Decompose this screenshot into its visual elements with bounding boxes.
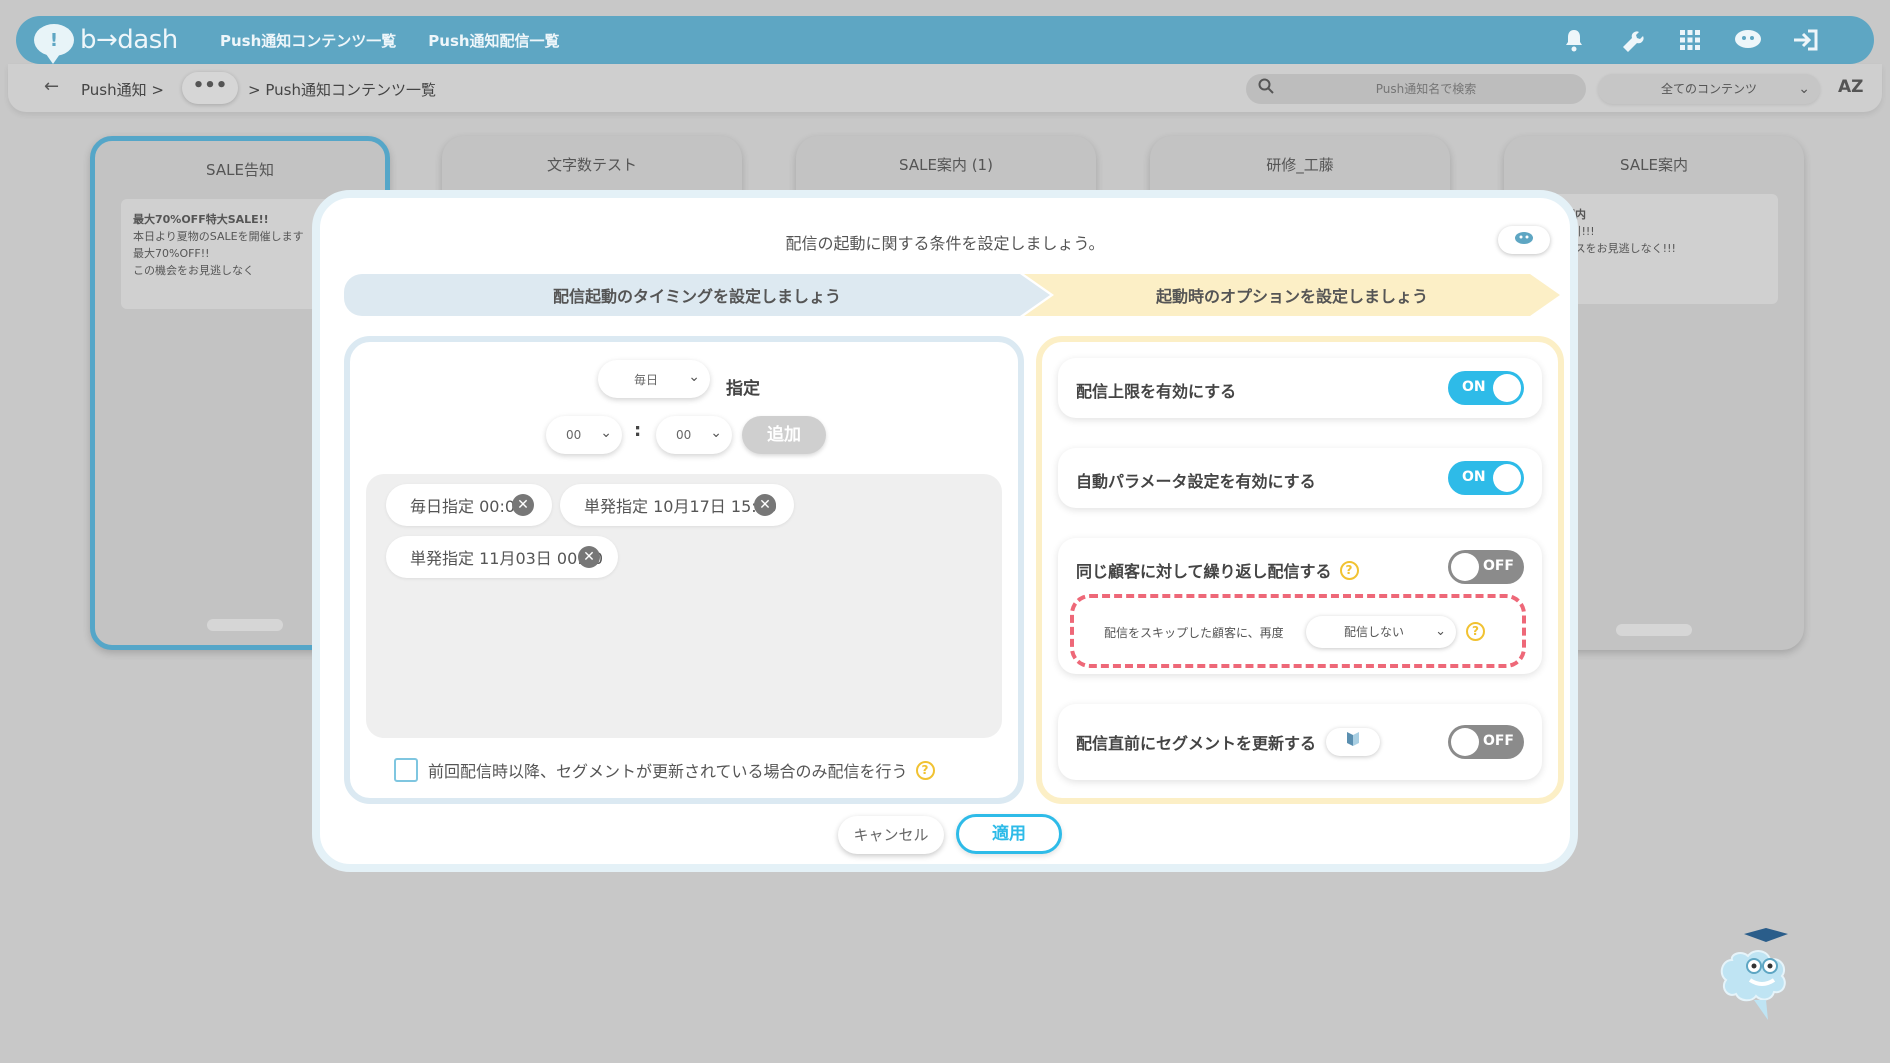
- repeat-delivery-label: 同じ顧客に対して繰り返し配信する: [1076, 562, 1332, 581]
- help-question-icon[interactable]: ?: [915, 760, 935, 780]
- toggle-state: ON: [1462, 469, 1486, 485]
- wrench-icon[interactable]: [1616, 24, 1648, 56]
- chevron-down-icon: ⌄: [1435, 624, 1446, 639]
- resend-select[interactable]: 配信しない ⌄: [1306, 616, 1456, 648]
- top-nav: Push通知コンテンツ一覧 Push通知配信一覧: [220, 30, 592, 51]
- option-label: 同じ顧客に対して繰り返し配信する ?: [1076, 558, 1359, 582]
- logo-icon: !: [34, 24, 74, 64]
- card-title: SALE案内: [1620, 156, 1688, 174]
- remove-tag-icon[interactable]: ✕: [512, 494, 534, 516]
- resend-label: 配信をスキップした顧客に、再度: [1104, 626, 1284, 640]
- repeat-delivery-toggle[interactable]: OFF: [1448, 550, 1524, 584]
- timing-panel: 毎日 ⌄ 指定 00 ⌄ : 00 ⌄ 追加 毎日指定 00:00 ✕ 単発指定…: [344, 336, 1024, 804]
- top-navigation-bar: ! b→dash Push通知コンテンツ一覧 Push通知配信一覧: [16, 16, 1874, 64]
- mascot-help-icon: [1514, 231, 1534, 249]
- breadcrumb-root[interactable]: Push通知 >: [81, 79, 164, 100]
- help-question-icon[interactable]: ?: [1339, 560, 1359, 580]
- option-auto-param: 自動パラメータ設定を有効にする ON: [1058, 448, 1542, 508]
- delivery-limit-toggle[interactable]: ON: [1448, 371, 1524, 405]
- logo[interactable]: ! b→dash: [34, 24, 194, 64]
- segment-refresh-label: 配信直前にセグメントを更新する: [1076, 734, 1317, 753]
- toggle-knob: [1493, 464, 1521, 492]
- mascot-help-button[interactable]: [1498, 226, 1550, 254]
- sort-az-icon[interactable]: AZ: [1838, 77, 1863, 97]
- card-title: 研修_工藤: [1266, 156, 1334, 174]
- frequency-select[interactable]: 毎日 ⌄: [598, 360, 710, 398]
- delivery-condition-modal: 配信の起動に関する条件を設定しましょう。 配信起動のタイミングを設定しましょう …: [312, 190, 1578, 872]
- remove-tag-icon[interactable]: ✕: [578, 546, 600, 568]
- toggle-knob: [1451, 553, 1479, 581]
- schedule-tag-label: 毎日指定 00:00: [410, 497, 526, 516]
- beginner-mark-icon[interactable]: [1326, 728, 1381, 756]
- card-handle: [1616, 624, 1692, 636]
- toggle-state: OFF: [1482, 733, 1514, 749]
- cancel-button[interactable]: キャンセル: [838, 816, 944, 854]
- shitei-label: 指定: [726, 379, 760, 399]
- toggle-knob: [1451, 728, 1479, 756]
- schedule-tag-label: 単発指定 10月17日 15:00: [584, 497, 778, 516]
- add-button[interactable]: 追加: [742, 416, 826, 454]
- segment-refresh-toggle[interactable]: OFF: [1448, 725, 1524, 759]
- step-options[interactable]: 起動時のオプションを設定しましょう: [1024, 274, 1560, 316]
- resend-setting-highlight: 配信をスキップした顧客に、再度 配信しない ⌄ ?: [1070, 594, 1526, 668]
- option-label: 配信直前にセグメントを更新する: [1076, 728, 1381, 756]
- mascot-icon[interactable]: [1712, 920, 1812, 1020]
- search-input[interactable]: [1286, 79, 1566, 99]
- minute-value: 00: [676, 428, 692, 442]
- search-box: [1246, 74, 1586, 104]
- option-repeat-delivery: 同じ顧客に対して繰り返し配信する ? OFF 配信をスキップした顧客に、再度 配…: [1058, 538, 1542, 674]
- hour-select[interactable]: 00 ⌄: [546, 416, 622, 454]
- toggle-knob: [1493, 374, 1521, 402]
- chevron-down-icon: ⌄: [1798, 81, 1810, 97]
- apply-button[interactable]: 適用: [956, 814, 1062, 854]
- card-title: SALE告知: [206, 161, 274, 179]
- options-panel: 配信上限を有効にする ON 自動パラメータ設定を有効にする ON 同じ顧客に対し…: [1036, 336, 1564, 804]
- logo-text: b→dash: [80, 25, 178, 55]
- search-icon: [1258, 78, 1274, 99]
- chevron-down-icon: ⌄: [688, 369, 700, 385]
- schedule-tag-list: 毎日指定 00:00 ✕ 単発指定 10月17日 15:00 ✕ 単発指定 11…: [366, 474, 1002, 738]
- step-timing[interactable]: 配信起動のタイミングを設定しましょう: [344, 274, 1050, 316]
- option-label: 配信上限を有効にする: [1076, 382, 1237, 401]
- content-filter-value: 全てのコンテンツ: [1660, 82, 1757, 96]
- option-segment-refresh: 配信直前にセグメントを更新する OFF: [1058, 704, 1542, 780]
- option-label: 自動パラメータ設定を有効にする: [1076, 472, 1316, 491]
- grid-icon[interactable]: [1674, 24, 1706, 56]
- schedule-tag: 単発指定 10月17日 15:00 ✕: [560, 484, 794, 526]
- card-title: 文字数テスト: [546, 156, 637, 174]
- toggle-state: ON: [1462, 379, 1486, 395]
- logout-icon[interactable]: [1790, 24, 1822, 56]
- nav-push-contents[interactable]: Push通知コンテンツ一覧: [220, 30, 396, 51]
- modal-header: 配信の起動に関する条件を設定しましょう。: [785, 234, 1105, 253]
- breadcrumb-bar: ← Push通知 > ••• > Push通知コンテンツ一覧 全てのコンテンツ …: [8, 64, 1882, 112]
- nav-push-deliveries[interactable]: Push通知配信一覧: [428, 30, 559, 51]
- card-handle: [207, 619, 283, 631]
- help-question-icon[interactable]: ?: [1466, 622, 1485, 641]
- toggle-state: OFF: [1482, 558, 1514, 574]
- time-colon: :: [634, 420, 642, 441]
- minute-select[interactable]: 00 ⌄: [656, 416, 732, 454]
- schedule-tag: 単発指定 11月03日 00:00 ✕: [386, 536, 618, 578]
- hour-value: 00: [566, 428, 582, 442]
- segment-updated-checkbox[interactable]: [394, 758, 418, 782]
- resend-select-value: 配信しない: [1344, 625, 1405, 639]
- auto-param-toggle[interactable]: ON: [1448, 461, 1524, 495]
- chevron-down-icon: ⌄: [710, 425, 722, 441]
- mascot-help-icon[interactable]: [1732, 24, 1764, 56]
- card-title: SALE案内 (1): [899, 156, 993, 174]
- segment-updated-option: 前回配信時以降、セグメントが更新されている場合のみ配信を行う ?: [394, 758, 935, 782]
- breadcrumb-more-button[interactable]: •••: [182, 72, 238, 104]
- segment-updated-label: 前回配信時以降、セグメントが更新されている場合のみ配信を行う: [428, 762, 908, 781]
- top-icons: [1558, 24, 1822, 56]
- content-filter-select[interactable]: 全てのコンテンツ ⌄: [1598, 74, 1820, 104]
- remove-tag-icon[interactable]: ✕: [754, 494, 776, 516]
- chevron-down-icon: ⌄: [600, 425, 612, 441]
- schedule-tag-label: 単発指定 11月03日 00:00: [410, 549, 604, 568]
- bell-icon[interactable]: [1558, 24, 1590, 56]
- schedule-tag: 毎日指定 00:00 ✕: [386, 484, 552, 526]
- breadcrumb-current: > Push通知コンテンツ一覧: [248, 81, 436, 99]
- back-arrow-icon[interactable]: ←: [44, 76, 59, 97]
- option-delivery-limit: 配信上限を有効にする ON: [1058, 358, 1542, 418]
- frequency-value: 毎日: [634, 372, 659, 387]
